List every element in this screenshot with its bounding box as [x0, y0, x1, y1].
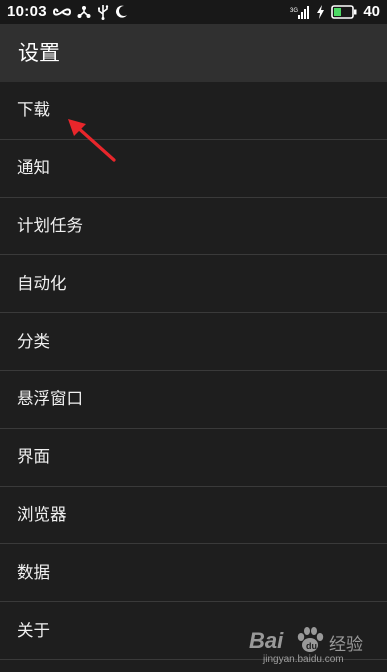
page-title: 设置: [18, 41, 60, 65]
settings-item-label: 关于: [17, 620, 50, 640]
settings-item-categories[interactable]: 分类: [0, 313, 387, 371]
settings-item-data[interactable]: 数据: [0, 544, 387, 603]
settings-item-label: 通知: [17, 158, 50, 178]
paw-icon: du: [297, 627, 324, 652]
share-icon: [77, 5, 91, 19]
svg-text:3G: 3G: [290, 8, 298, 14]
settings-item-notifications[interactable]: 通知: [0, 139, 387, 198]
annotation-arrow-icon: [68, 119, 116, 162]
settings-item-browser[interactable]: 浏览器: [0, 486, 387, 545]
status-time: 10:03: [7, 3, 47, 20]
moon-icon: [115, 5, 128, 19]
watermark-logo: Bai du 经验 jingyan.baidu.com: [249, 626, 379, 668]
settings-item-label: 自动化: [17, 273, 67, 293]
settings-item-label: 浏览器: [17, 504, 67, 524]
watermark-suffix: 经验: [329, 635, 363, 655]
settings-item-label: 悬浮窗口: [17, 389, 83, 409]
watermark-brand: Bai: [249, 628, 284, 653]
infinity-icon: [52, 6, 71, 18]
settings-item-interface[interactable]: 界面: [0, 428, 387, 487]
settings-item-label: 界面: [17, 447, 50, 467]
settings-item-label: 计划任务: [17, 215, 83, 235]
battery-percentage: 40: [363, 3, 380, 20]
charging-icon: [316, 4, 325, 19]
settings-item-scheduled-tasks[interactable]: 计划任务: [0, 197, 387, 256]
settings-item-label: 分类: [17, 331, 50, 351]
signal-icon: 3G: [290, 5, 310, 19]
app-header: 设置: [0, 24, 387, 82]
settings-item-floating-window[interactable]: 悬浮窗口: [0, 370, 387, 429]
status-bar-left: 10:03: [7, 3, 128, 20]
status-bar: 10:03 3G 40: [0, 0, 387, 24]
settings-item-label: 下载: [17, 100, 50, 120]
svg-text:du: du: [306, 641, 317, 651]
settings-item-automation[interactable]: 自动化: [0, 255, 387, 314]
battery-icon: [331, 4, 357, 19]
status-bar-right: 3G 40: [290, 3, 380, 20]
settings-item-label: 数据: [17, 562, 50, 582]
usb-icon: [97, 4, 109, 20]
watermark-url: jingyan.baidu.com: [263, 654, 344, 665]
settings-item-download[interactable]: 下载: [0, 82, 387, 140]
settings-list: 下载 通知 计划任务 自动化 分类 悬浮窗口 界面 浏览器 数据 关于: [0, 82, 387, 660]
